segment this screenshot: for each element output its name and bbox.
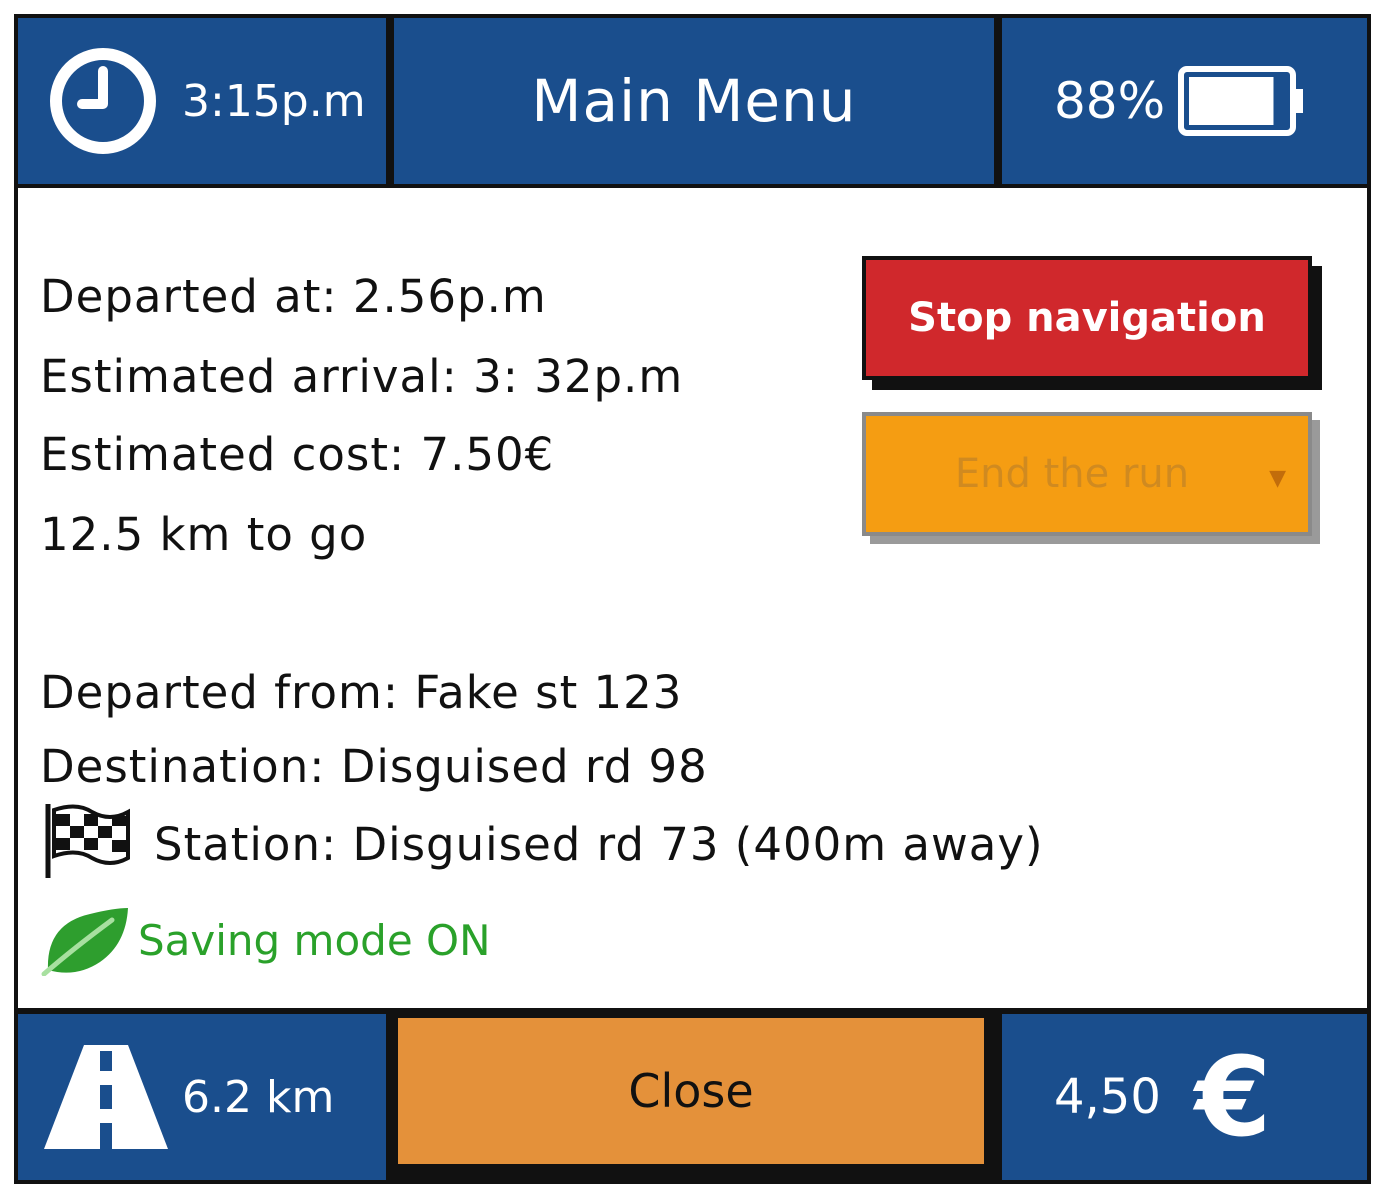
estimated-cost: Estimated cost: 7.50€ [40, 428, 555, 481]
leaf-icon [41, 908, 129, 976]
stop-navigation-label: Stop navigation [908, 295, 1266, 341]
stop-navigation-button[interactable]: Stop navigation [862, 256, 1312, 380]
checkered-flag-icon [45, 804, 130, 878]
clock-cell: 3:15p.m [18, 18, 386, 184]
saving-mode-status: Saving mode ON [138, 916, 491, 965]
road-icon [44, 1045, 168, 1149]
departed-from: Departed from: Fake st 123 [40, 666, 683, 719]
distance-traveled: 6.2 km [182, 1071, 335, 1123]
battery-icon [1178, 66, 1304, 136]
current-time: 3:15p.m [182, 75, 366, 127]
estimated-arrival: Estimated arrival: 3: 32p.m [40, 350, 684, 403]
destination: Destination: Disguised rd 98 [40, 740, 708, 793]
end-run-dropdown[interactable]: End the run ▼ [862, 412, 1312, 536]
current-cost: 4,50 [1054, 1069, 1161, 1125]
close-label: Close [628, 1064, 754, 1118]
cost-cell: 4,50 € [1002, 1014, 1367, 1180]
clock-icon [50, 48, 156, 154]
euro-icon: € [1194, 1033, 1272, 1161]
close-button[interactable]: Close [394, 1014, 988, 1168]
station: Station: Disguised rd 73 (400m away) [154, 818, 1044, 871]
distance-remaining: 12.5 km to go [40, 508, 368, 561]
battery-percent: 88% [1054, 72, 1166, 130]
distance-cell: 6.2 km [18, 1014, 386, 1180]
bottom-bar: 6.2 km Close 4,50 € [18, 1008, 1367, 1180]
departed-at: Departed at: 2.56p.m [40, 270, 547, 323]
top-bar: 3:15p.m Main Menu 88% [18, 18, 1367, 188]
battery-cell: 88% [1002, 18, 1367, 184]
page-title[interactable]: Main Menu [531, 67, 856, 135]
end-run-label: End the run [954, 451, 1190, 497]
main-menu-cell[interactable]: Main Menu [394, 18, 994, 184]
chevron-down-icon: ▼ [1269, 466, 1286, 491]
nav-panel: 3:15p.m Main Menu 88% Departed at: 2.56p… [14, 14, 1371, 1184]
